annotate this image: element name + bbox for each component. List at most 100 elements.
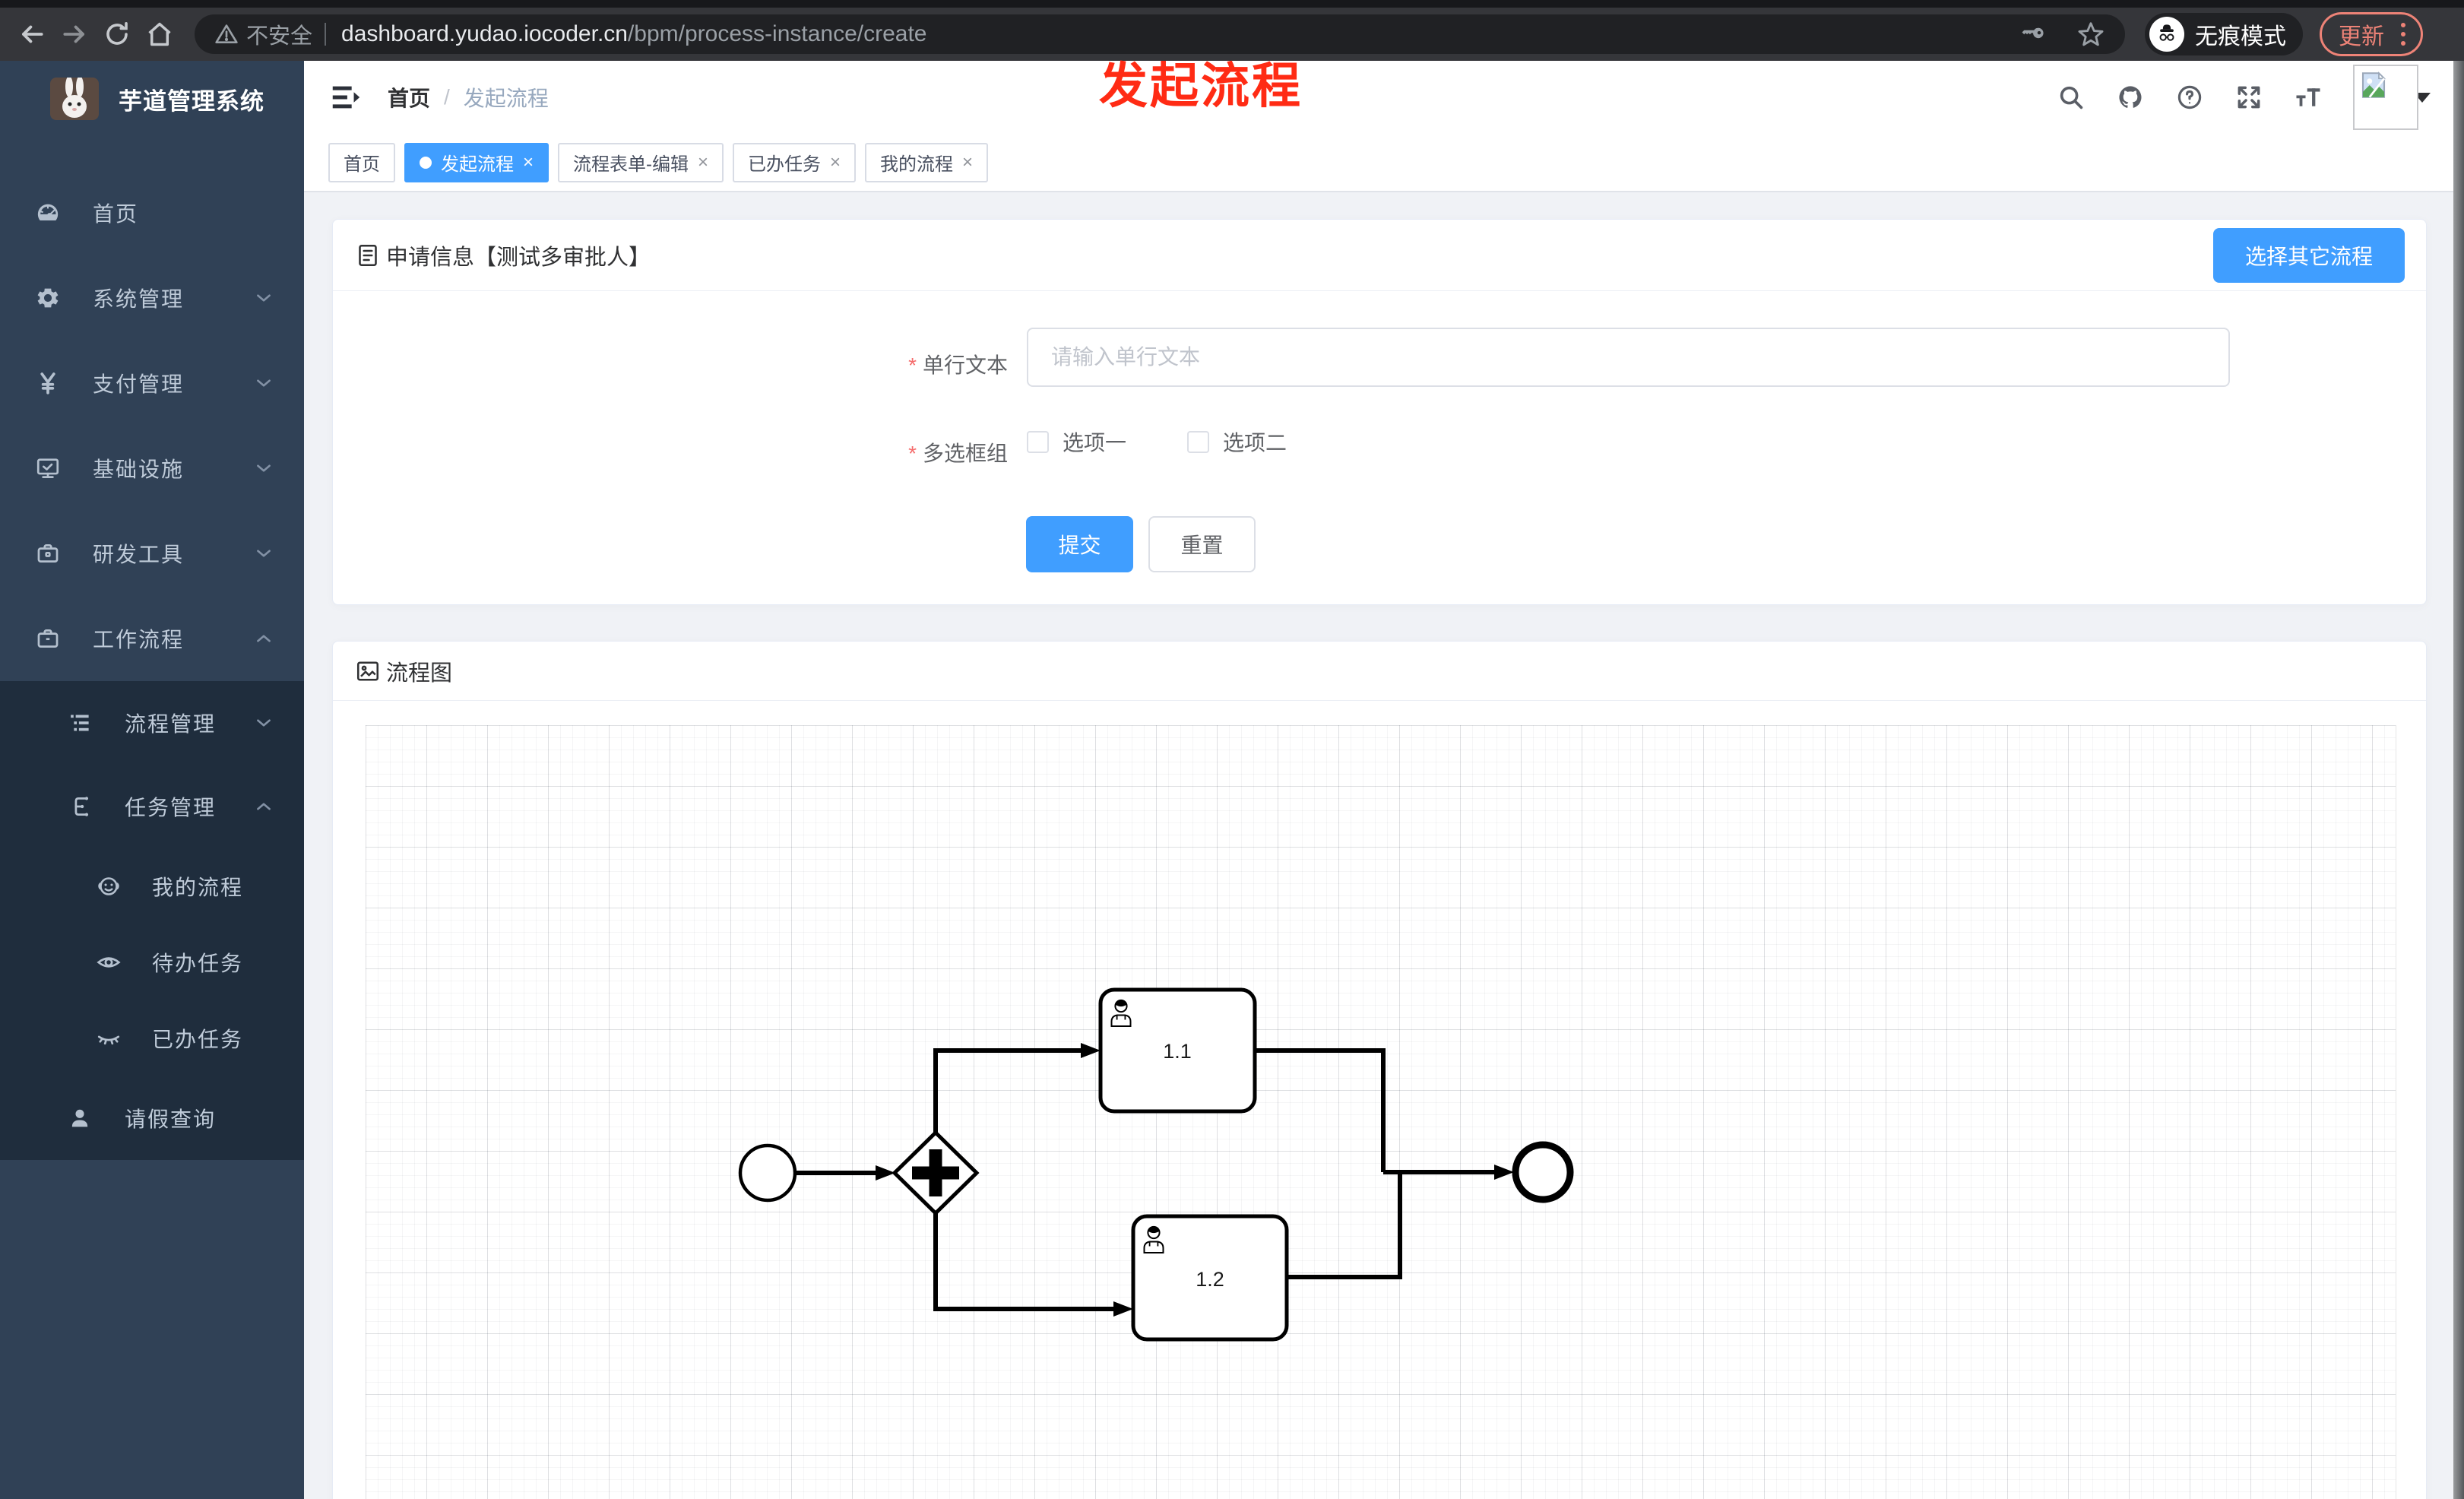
- bookmark-star-icon[interactable]: [2076, 20, 2105, 49]
- checkbox-option-1[interactable]: 选项一: [1027, 426, 1126, 457]
- sidebar-item-label: 基础设施: [93, 458, 185, 481]
- sidebar-item-task-mgmt[interactable]: 任务管理: [0, 765, 304, 848]
- url-bar[interactable]: 不安全 dashboard.yudao.iocoder.cn/bpm/proce…: [195, 14, 2125, 54]
- tab-create-process[interactable]: 发起流程 ×: [404, 142, 549, 182]
- task-label: 1.2: [1196, 1268, 1224, 1291]
- update-button[interactable]: 更新: [2320, 12, 2423, 56]
- user-avatar[interactable]: [2353, 65, 2418, 130]
- single-line-text-input[interactable]: [1027, 328, 2230, 387]
- url-divider: [325, 23, 327, 46]
- active-tab-dot: [420, 156, 432, 169]
- flow-diagram-card-header: 流程图: [333, 642, 2426, 701]
- fontsize-icon[interactable]: [2294, 83, 2323, 112]
- sidebar-item-todo-tasks[interactable]: 待办任务: [0, 924, 304, 1000]
- sidebar-item-my-process[interactable]: 我的流程: [0, 848, 304, 924]
- person-icon: [71, 1109, 88, 1127]
- chevron-down-icon: [257, 719, 271, 727]
- password-key-icon[interactable]: [2020, 21, 2048, 48]
- briefcase-icon: [37, 629, 59, 648]
- url-path: /bpm/process-instance/create: [627, 21, 927, 46]
- workflow-submenu: 流程管理 任务管理 我的流程 待办任务 已办任务 请假查询: [0, 681, 304, 1160]
- parallel-gateway-node[interactable]: [892, 1130, 980, 1216]
- checkbox-icon[interactable]: [1187, 430, 1210, 453]
- sidebar-item-payment[interactable]: 支付管理: [0, 341, 304, 426]
- browser-menu-icon[interactable]: [2395, 20, 2412, 49]
- browser-toolbar: 不安全 dashboard.yudao.iocoder.cn/bpm/proce…: [0, 8, 2464, 61]
- help-icon[interactable]: [2175, 83, 2204, 112]
- browser-scrollbar[interactable]: [2453, 61, 2464, 1499]
- sidebar-item-system[interactable]: 系统管理: [0, 255, 304, 341]
- sidebar-item-label: 请假查询: [125, 1108, 217, 1131]
- tab-label: 首页: [344, 154, 380, 175]
- tab-close-icon[interactable]: ×: [698, 153, 708, 172]
- user-task-1-2-node[interactable]: 1.2: [1131, 1214, 1289, 1342]
- tab-form-edit[interactable]: 流程表单-编辑 ×: [558, 142, 724, 182]
- user-task-1-1-node[interactable]: 1.1: [1098, 987, 1257, 1114]
- tab-close-icon[interactable]: ×: [523, 153, 534, 172]
- sidebar-item-label: 我的流程: [152, 876, 244, 899]
- gear-icon: [37, 288, 59, 308]
- sidebar-item-process-mgmt[interactable]: 流程管理: [0, 681, 304, 765]
- apply-info-card: 申请信息【测试多审批人】 选择其它流程 单行文本 多选框组 选项一: [332, 219, 2427, 605]
- main-area: 首页 / 发起流程 首页 发起流程 × 流程表单-编辑 × 已办任务 × 我的流…: [304, 61, 2464, 1499]
- sidebar-menu: 首页 系统管理 支付管理 基础设施 研发工具 工作流程 流程管理 任务管理 我的…: [0, 170, 304, 1160]
- picture-icon: [356, 661, 379, 681]
- broken-image-icon: [2361, 71, 2386, 98]
- incognito-icon: [2149, 17, 2184, 52]
- forward-icon[interactable]: [53, 13, 96, 55]
- breadcrumb-current: 发起流程: [463, 87, 549, 110]
- tags-view-bar: 首页 发起流程 × 流程表单-编辑 × 已办任务 × 我的流程 ×: [304, 134, 2464, 192]
- chevron-down-icon: [257, 550, 271, 557]
- sidebar-collapse-icon[interactable]: [328, 80, 363, 115]
- card-title: 申请信息【测试多审批人】: [386, 245, 651, 270]
- tree-icon: [71, 715, 89, 731]
- checkbox-label: 选项一: [1063, 431, 1127, 455]
- sidebar-item-label: 待办任务: [152, 952, 244, 975]
- sidebar-item-infrastructure[interactable]: 基础设施: [0, 426, 304, 511]
- reload-icon[interactable]: [96, 13, 138, 55]
- choose-other-process-button[interactable]: 选择其它流程: [2213, 227, 2405, 283]
- tab-label: 发起流程: [441, 154, 514, 175]
- app-logo[interactable]: 芋道管理系统: [0, 61, 304, 137]
- tab-close-icon[interactable]: ×: [830, 153, 841, 172]
- tab-close-icon[interactable]: ×: [962, 153, 973, 172]
- tab-my-process[interactable]: 我的流程 ×: [865, 142, 989, 182]
- sidebar-item-label: 流程管理: [125, 712, 217, 736]
- home-icon[interactable]: [138, 13, 181, 55]
- incognito-badge: 无痕模式: [2145, 13, 2303, 55]
- sidebar-item-label: 已办任务: [152, 1028, 244, 1051]
- chevron-up-icon: [257, 803, 271, 810]
- yen-icon: [40, 372, 55, 395]
- submit-button[interactable]: 提交: [1026, 516, 1133, 572]
- reset-button[interactable]: 重置: [1148, 516, 1256, 572]
- start-event-node[interactable]: [738, 1143, 797, 1203]
- tab-label: 我的流程: [880, 154, 954, 175]
- github-icon[interactable]: [2116, 83, 2145, 112]
- checkbox-icon[interactable]: [1027, 430, 1049, 453]
- tab-home[interactable]: 首页: [328, 142, 395, 182]
- toolbox-icon: [37, 544, 59, 563]
- apply-info-card-header: 申请信息【测试多审批人】 选择其它流程: [333, 220, 2426, 291]
- checkbox-option-2[interactable]: 选项二: [1187, 426, 1287, 457]
- monitor-icon: [36, 458, 59, 478]
- checkbox-group-label: 多选框组: [780, 437, 1008, 467]
- security-label: 不安全: [246, 24, 313, 49]
- top-navbar: 首页 / 发起流程: [304, 61, 2464, 134]
- bpmn-canvas[interactable]: 1.1 1.2: [366, 725, 2396, 1499]
- search-icon[interactable]: [2057, 83, 2086, 112]
- tab-done-tasks[interactable]: 已办任务 ×: [733, 142, 857, 182]
- sidebar-item-devtools[interactable]: 研发工具: [0, 511, 304, 596]
- end-event-node[interactable]: [1512, 1141, 1574, 1203]
- app-title: 芋道管理系统: [119, 87, 264, 115]
- sidebar-item-workflow[interactable]: 工作流程: [0, 596, 304, 681]
- fullscreen-icon[interactable]: [2234, 83, 2263, 112]
- breadcrumb-home[interactable]: 首页: [388, 82, 430, 113]
- eye-closed-icon: [97, 1035, 120, 1045]
- sidebar-item-leave-query[interactable]: 请假查询: [0, 1076, 304, 1160]
- back-icon[interactable]: [11, 13, 53, 55]
- sidebar-item-home[interactable]: 首页: [0, 170, 304, 255]
- tab-label: 流程表单-编辑: [573, 154, 689, 175]
- text-field-label: 单行文本: [780, 349, 1008, 379]
- page-content: 申请信息【测试多审批人】 选择其它流程 单行文本 多选框组 选项一: [304, 192, 2464, 1499]
- sidebar-item-done-tasks[interactable]: 已办任务: [0, 1000, 304, 1076]
